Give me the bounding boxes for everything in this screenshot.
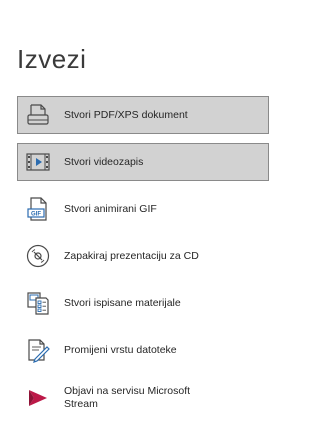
gif-icon-text: GIF (31, 212, 41, 218)
menu-item-label: Stvori videozapis (64, 155, 144, 168)
change-file-type-icon (24, 336, 52, 364)
menu-item-label: Stvori animirani GIF (64, 202, 157, 215)
menu-item-label: Promijeni vrstu datoteke (64, 343, 177, 356)
menu-item-label-line1: Objavi na servisu Microsoft (64, 385, 191, 397)
gif-file-icon: GIF (24, 195, 52, 223)
menu-item-change-file-type[interactable]: Promijeni vrstu datoteke (17, 331, 269, 369)
menu-item-label: Stvori PDF/XPS dokument (64, 108, 188, 121)
export-panel: Izvezi Stvori PDF/XPS dokument Stvori vi… (0, 0, 274, 423)
cd-disc-icon (24, 242, 52, 270)
menu-item-create-gif[interactable]: GIF Stvori animirani GIF (17, 190, 269, 228)
menu-item-create-pdf-xps[interactable]: Stvori PDF/XPS dokument (17, 96, 269, 134)
menu-item-publish-stream[interactable]: Objavi na servisu Microsoft Stream (17, 378, 269, 418)
menu-item-create-handouts[interactable]: Stvori ispisane materijale (17, 284, 269, 322)
pdf-document-icon (24, 101, 52, 129)
page-title: Izvezi (17, 44, 87, 74)
menu-item-label: Zapakiraj prezentaciju za CD (64, 249, 199, 262)
menu-item-package-cd[interactable]: Zapakiraj prezentaciju za CD (17, 237, 269, 275)
export-menu: Stvori PDF/XPS dokument Stvori videozapi… (17, 96, 269, 423)
video-film-icon (24, 148, 52, 176)
menu-item-create-video[interactable]: Stvori videozapis (17, 143, 269, 181)
menu-item-label: Objavi na servisu Microsoft Stream (64, 385, 190, 411)
microsoft-stream-icon (24, 384, 52, 412)
handouts-icon (24, 289, 52, 317)
menu-item-label-line2: Stream (64, 398, 98, 410)
menu-item-label: Stvori ispisane materijale (64, 296, 181, 309)
